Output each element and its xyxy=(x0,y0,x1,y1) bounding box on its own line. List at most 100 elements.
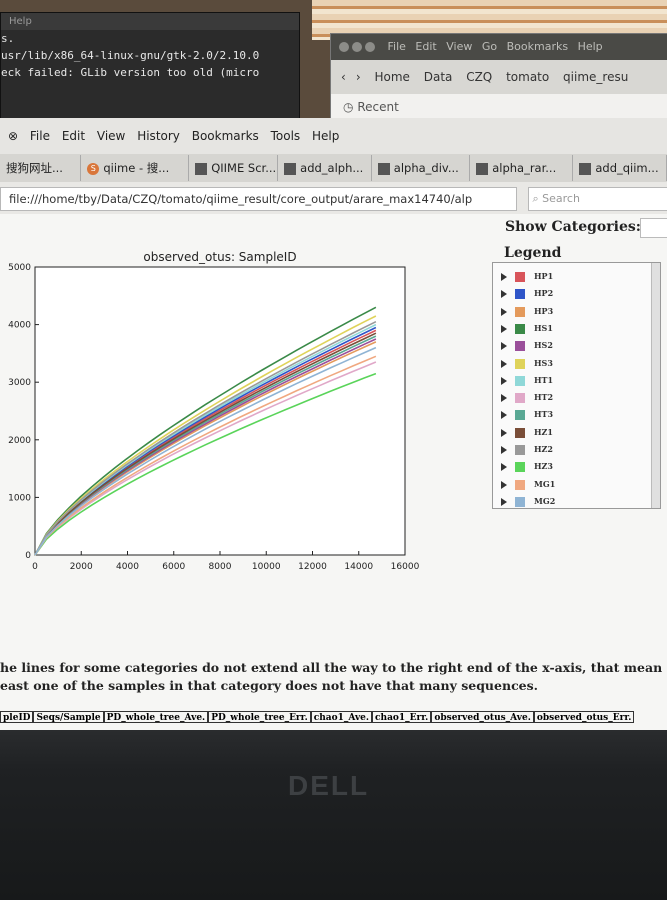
legend-item[interactable]: HZ3 xyxy=(501,459,553,473)
back-icon[interactable]: ‹ xyxy=(341,70,346,84)
tab[interactable]: Sqiime - 搜... xyxy=(81,155,190,181)
path-data[interactable]: Data xyxy=(424,70,453,84)
legend-item[interactable]: HT1 xyxy=(501,373,553,387)
legend-label: HZ2 xyxy=(534,444,553,454)
expand-arrow-icon[interactable] xyxy=(501,480,507,489)
tab-label: add_alph... xyxy=(300,161,364,175)
x-tick-label: 8000 xyxy=(209,562,232,572)
fm-menu-help[interactable]: Help xyxy=(578,40,603,53)
fm-menu-file[interactable]: File xyxy=(388,40,406,53)
note-line: east one of the samples in that category… xyxy=(0,678,539,693)
show-categories-label: Show Categories: xyxy=(505,219,641,235)
tab-label: QIIME Scr... xyxy=(211,161,277,175)
legend-item[interactable]: HP1 xyxy=(501,269,553,283)
legend-swatch xyxy=(515,306,525,317)
expand-arrow-icon[interactable] xyxy=(501,342,507,351)
menu-view[interactable]: View xyxy=(97,129,125,143)
page-icon xyxy=(284,162,297,175)
path-tomato[interactable]: tomato xyxy=(506,70,549,84)
url-text: file:///home/tby/Data/CZQ/tomato/qiime_r… xyxy=(9,192,473,206)
tab[interactable]: add_qiim... xyxy=(573,155,667,181)
terminal-title: Help xyxy=(1,13,299,30)
expand-arrow-icon[interactable] xyxy=(501,324,507,333)
expand-arrow-icon[interactable] xyxy=(501,446,507,454)
terminal-line: usr/lib/x86_64-linux-gnu/gtk-2.0/2.10.0 xyxy=(1,49,260,62)
sidebar-item-label: Recent xyxy=(357,100,399,114)
legend-item[interactable]: HS2 xyxy=(501,338,553,352)
x-tick-label: 10000 xyxy=(252,562,281,572)
legend-item[interactable]: HT3 xyxy=(501,407,553,421)
legend-label: HP2 xyxy=(534,288,554,299)
tab[interactable]: QIIME Scr... xyxy=(189,155,279,181)
expand-arrow-icon[interactable] xyxy=(501,290,507,299)
expand-arrow-icon[interactable] xyxy=(501,273,507,281)
expand-arrow-icon[interactable] xyxy=(501,376,507,385)
x-tick-label: 12000 xyxy=(298,562,327,572)
menu-help[interactable]: Help xyxy=(312,129,339,143)
legend-swatch xyxy=(515,410,525,421)
expand-arrow-icon[interactable] xyxy=(501,428,507,437)
legend-item[interactable]: HP2 xyxy=(501,286,553,300)
x-tick-label: 6000 xyxy=(162,562,185,572)
legend-swatch xyxy=(515,341,525,352)
expand-arrow-icon[interactable] xyxy=(501,307,507,316)
legend-item[interactable]: HS1 xyxy=(501,321,553,335)
menu-history[interactable]: History xyxy=(137,129,180,143)
legend-item[interactable]: MG1 xyxy=(501,477,555,491)
menu-file[interactable]: File xyxy=(30,129,50,143)
page-icon xyxy=(195,162,208,175)
fm-menu-bookmarks[interactable]: Bookmarks xyxy=(507,40,568,53)
legend-label: HT1 xyxy=(534,374,554,385)
legend-swatch xyxy=(515,289,525,300)
legend-item[interactable]: HZ2 xyxy=(501,442,553,456)
legend-scrollbar[interactable] xyxy=(651,263,660,508)
terminal-window[interactable]: Help s. usr/lib/x86_64-linux-gnu/gtk-2.0… xyxy=(0,12,300,132)
expand-arrow-icon[interactable] xyxy=(501,497,507,506)
tab[interactable]: alpha_rar... xyxy=(470,155,574,181)
tab[interactable]: alpha_div... xyxy=(372,155,471,181)
table-header-cell: chao1_Ave. xyxy=(310,711,373,723)
x-tick-label: 16000 xyxy=(391,562,420,572)
forward-icon[interactable]: › xyxy=(356,70,361,84)
menu-edit[interactable]: Edit xyxy=(62,129,85,143)
sidebar-item-recent[interactable]: ◷ Recent xyxy=(331,94,667,120)
monitor-bezel: DELL xyxy=(0,730,667,900)
path-home[interactable]: Home xyxy=(374,70,409,84)
window-controls[interactable] xyxy=(339,34,378,60)
legend-swatch xyxy=(515,393,525,404)
page-icon xyxy=(476,162,489,175)
expand-arrow-icon[interactable] xyxy=(501,394,507,403)
expand-arrow-icon[interactable] xyxy=(501,411,507,420)
y-tick-label: 1000 xyxy=(8,493,31,503)
path-qiime-result[interactable]: qiime_resu xyxy=(563,70,628,84)
legend-item[interactable]: HP3 xyxy=(501,304,553,318)
fm-menu-go[interactable]: Go xyxy=(482,40,497,53)
browser-menubar: ⊗ File Edit View History Bookmarks Tools… xyxy=(0,118,667,154)
legend-item[interactable]: HS3 xyxy=(501,356,553,370)
legend-item[interactable]: HT2 xyxy=(501,390,553,404)
menu-tools[interactable]: Tools xyxy=(271,129,301,143)
fm-menu-view[interactable]: View xyxy=(446,40,472,53)
close-icon[interactable]: ⊗ xyxy=(8,129,18,143)
legend-item[interactable]: MG2 xyxy=(501,494,555,508)
legend-item[interactable]: HZ1 xyxy=(501,425,553,439)
tab[interactable]: 搜狗网址... xyxy=(0,155,82,181)
search-input[interactable]: ⌕ Search xyxy=(528,187,667,211)
legend: HP1 HP2 HP3 HS1 HS2 HS3 HT1 HT2 HT3 HZ1 HZ2 HZ3 MG1 M… xyxy=(492,262,661,509)
expand-arrow-icon[interactable] xyxy=(501,359,507,368)
expand-arrow-icon[interactable] xyxy=(501,463,507,472)
table-header-cell: Seqs/Sample xyxy=(33,711,104,723)
path-czq[interactable]: CZQ xyxy=(466,70,492,84)
legend-label: HP3 xyxy=(534,305,554,316)
category-select[interactable] xyxy=(640,218,667,238)
fm-menu-edit[interactable]: Edit xyxy=(415,40,436,53)
browser-window[interactable]: ⊗ File Edit View History Bookmarks Tools… xyxy=(0,118,667,734)
note-line: he lines for some categories do not exte… xyxy=(0,660,663,675)
tab[interactable]: add_alph... xyxy=(278,155,372,181)
y-tick-label: 3000 xyxy=(8,378,31,388)
legend-label: HT2 xyxy=(534,392,554,403)
url-bar[interactable]: file:///home/tby/Data/CZQ/tomato/qiime_r… xyxy=(0,187,517,211)
menu-bookmarks[interactable]: Bookmarks xyxy=(192,129,259,143)
search-icon: ⌕ xyxy=(529,192,543,205)
x-tick-label: 0 xyxy=(32,562,38,572)
